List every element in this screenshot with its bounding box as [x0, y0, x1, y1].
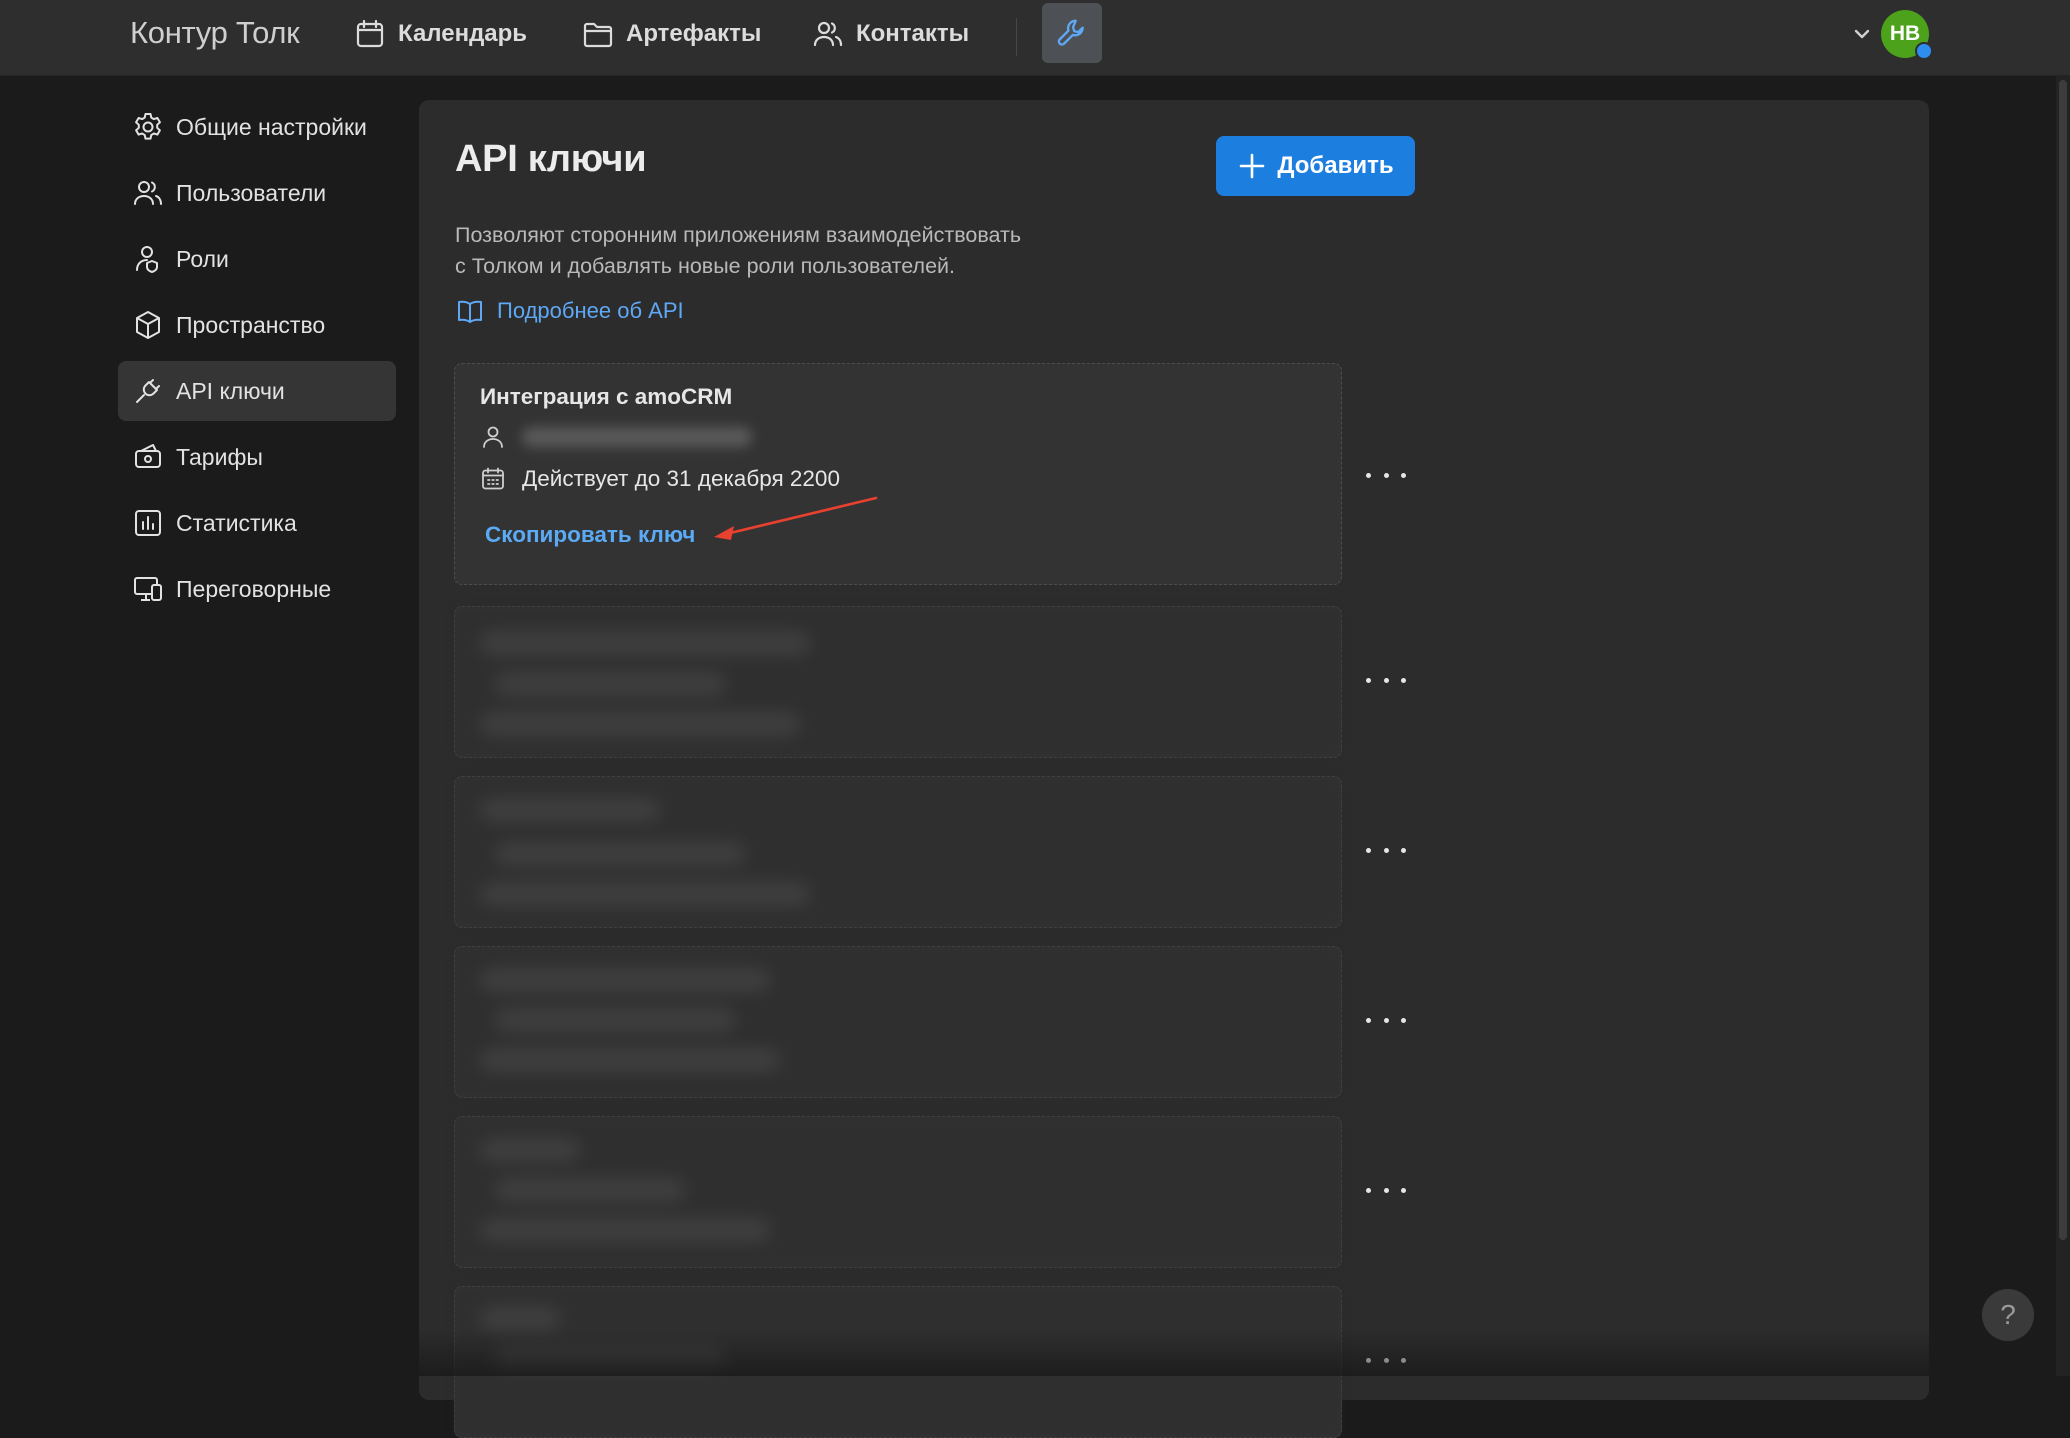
users-icon: [134, 181, 162, 205]
settings-sidebar: Общие настройки Пользователи Роли Простр…: [118, 97, 396, 625]
sidebar-item-label: Пользователи: [176, 179, 327, 206]
page-description: Позволяют сторонним приложениям взаимоде…: [455, 220, 1135, 282]
sidebar-item-label: Роли: [176, 245, 229, 272]
redacted-owner: [522, 427, 752, 447]
nav-divider: [1016, 18, 1017, 56]
help-button[interactable]: ?: [1982, 1289, 2034, 1341]
api-key-card-redacted: [454, 1116, 1342, 1268]
calendar-icon: [356, 19, 384, 48]
status-dot: [1915, 42, 1933, 60]
tariff-icon: [135, 444, 161, 468]
copy-key-link[interactable]: Скопировать ключ: [485, 522, 695, 548]
api-key-validity-row: Действует до 31 декабря 2200: [480, 466, 840, 492]
roles-icon: [136, 246, 158, 273]
user-icon: [483, 426, 503, 448]
sidebar-item-label: Статистика: [176, 509, 297, 536]
chevron-down-icon[interactable]: [1850, 22, 1874, 46]
plus-icon: [1240, 153, 1265, 179]
more-options-button[interactable]: [1366, 1178, 1406, 1202]
avatar-initials: НВ: [1889, 22, 1921, 45]
sidebar-item-general[interactable]: Общие настройки: [118, 97, 396, 157]
gear-icon: [135, 113, 161, 140]
scroll-fade: [419, 1330, 1929, 1376]
api-key-card-redacted: [454, 946, 1342, 1098]
app-logo[interactable]: Контур Толк: [130, 14, 300, 52]
scrollbar-thumb[interactable]: [2059, 80, 2067, 1240]
devices-icon: [134, 577, 162, 601]
sidebar-item-statistics[interactable]: Статистика: [118, 493, 396, 553]
more-options-button[interactable]: [1366, 1008, 1406, 1032]
sidebar-item-meeting-rooms[interactable]: Переговорные: [118, 559, 396, 619]
page-title: API ключи: [455, 138, 647, 180]
sidebar-item-roles[interactable]: Роли: [118, 229, 396, 289]
nav-calendar[interactable]: Календарь: [354, 14, 527, 54]
sidebar-item-tariffs[interactable]: Тарифы: [118, 427, 396, 487]
help-label: ?: [2000, 1299, 2016, 1330]
nav-artifacts-label: Артефакты: [626, 20, 762, 47]
description-line: Позволяют сторонним приложениям взаимоде…: [455, 223, 1022, 247]
sidebar-item-users[interactable]: Пользователи: [118, 163, 396, 223]
add-key-label: Добавить: [1277, 152, 1394, 179]
plug-icon: [136, 379, 160, 403]
nav-calendar-label: Календарь: [398, 20, 528, 47]
nav-artifacts[interactable]: Артефакты: [582, 14, 761, 54]
api-key-card-redacted: [454, 606, 1342, 758]
annotation-arrow: [714, 496, 878, 540]
admin-settings-button[interactable]: [1042, 3, 1102, 63]
sidebar-item-label: Переговорные: [176, 575, 332, 602]
stats-icon: [135, 510, 161, 536]
api-docs-link[interactable]: Подробнее об API: [455, 296, 684, 326]
sidebar-item-label: Общие настройки: [176, 113, 367, 140]
sidebar-item-api-keys[interactable]: API ключи: [118, 361, 396, 421]
api-key-owner-row: [480, 424, 752, 450]
calendar-icon: [482, 467, 504, 490]
top-bar: Контур Толк Календарь Артефакты Контакты…: [0, 0, 2070, 76]
more-options-button[interactable]: [1366, 668, 1406, 692]
contacts-icon: [813, 21, 843, 47]
add-key-button[interactable]: Добавить: [1216, 136, 1415, 196]
sidebar-item-space[interactable]: Пространство: [118, 295, 396, 355]
more-options-button[interactable]: [1366, 463, 1406, 487]
sidebar-item-label: Пространство: [176, 311, 326, 338]
sidebar-item-label: API ключи: [176, 377, 285, 404]
folder-icon: [583, 22, 613, 48]
sidebar-item-label: Тарифы: [176, 443, 263, 470]
nav-contacts-label: Контакты: [856, 20, 970, 47]
api-docs-link-label: Подробнее об API: [497, 298, 684, 323]
book-icon: [458, 300, 482, 323]
more-options-button[interactable]: [1366, 838, 1406, 862]
api-key-name: Интеграция с amoCRM: [480, 384, 733, 409]
cube-icon: [136, 311, 160, 339]
wrench-icon: [1057, 19, 1084, 46]
description-line: с Толком и добавлять новые роли пользова…: [455, 254, 956, 278]
nav-contacts[interactable]: Контакты: [812, 14, 969, 54]
api-key-card-redacted: [454, 776, 1342, 928]
api-key-card: Интеграция с amoCRM Действует до 31 дека…: [454, 363, 1342, 585]
api-key-valid-until: Действует до 31 декабря 2200: [522, 466, 840, 491]
